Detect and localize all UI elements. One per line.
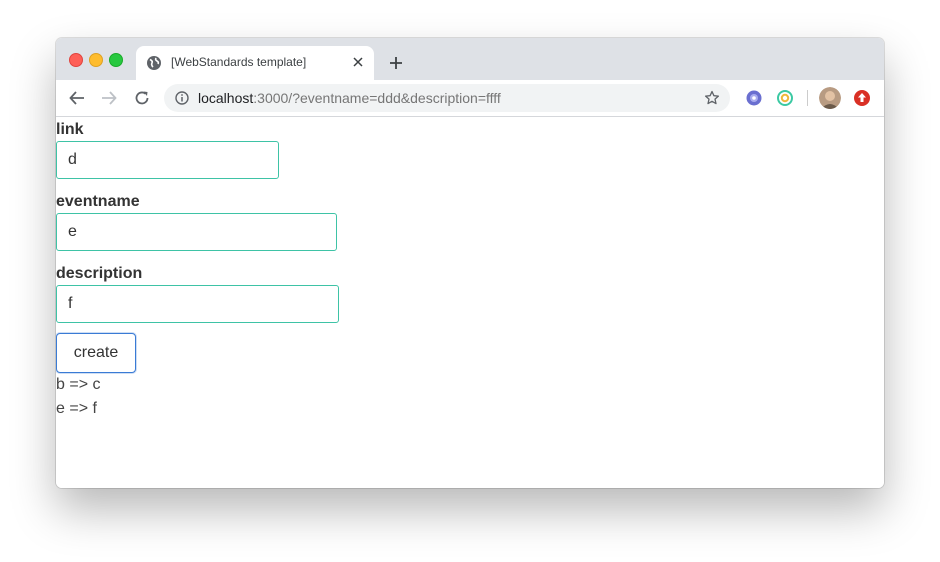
description-input[interactable]: f: [56, 285, 339, 323]
url-text: localhost:3000/?eventname=ddd&descriptio…: [198, 90, 501, 106]
address-bar[interactable]: localhost:3000/?eventname=ddd&descriptio…: [164, 84, 730, 112]
globe-icon: [147, 56, 161, 70]
toolbar-divider: [807, 90, 808, 106]
page-content: link d eventname e description f create …: [56, 117, 884, 488]
browser-tab[interactable]: [WebStandards template]: [136, 46, 374, 80]
result-item: b => c: [56, 376, 101, 393]
reload-icon[interactable]: [133, 89, 151, 107]
link-input[interactable]: d: [56, 141, 279, 179]
url-path: :3000/?eventname=ddd&description=ffff: [253, 90, 501, 106]
minimize-window-button[interactable]: [89, 53, 103, 67]
bookmark-star-icon[interactable]: [704, 90, 720, 106]
description-label: description: [56, 265, 143, 282]
back-arrow-icon[interactable]: [68, 89, 86, 107]
extension-icon[interactable]: [745, 89, 763, 107]
plus-icon[interactable]: [388, 55, 404, 71]
eventname-label: eventname: [56, 193, 140, 210]
browser-toolbar: localhost:3000/?eventname=ddd&descriptio…: [56, 80, 884, 117]
browser-window: [WebStandards template] localhost:3000/?…: [56, 38, 884, 488]
info-icon[interactable]: [175, 91, 189, 105]
tab-strip: [WebStandards template]: [56, 38, 884, 80]
link-label: link: [56, 121, 84, 138]
close-icon[interactable]: [352, 56, 364, 68]
target-extension-icon[interactable]: [776, 89, 794, 107]
maximize-window-button[interactable]: [109, 53, 123, 67]
forward-arrow-icon[interactable]: [100, 89, 118, 107]
result-item: e => f: [56, 400, 97, 417]
create-button[interactable]: create: [56, 333, 136, 373]
close-window-button[interactable]: [69, 53, 83, 67]
profile-avatar[interactable]: [819, 87, 841, 109]
eventname-input[interactable]: e: [56, 213, 337, 251]
tab-title: [WebStandards template]: [171, 55, 307, 69]
url-host: localhost: [198, 90, 254, 106]
update-arrow-icon[interactable]: [853, 89, 871, 107]
